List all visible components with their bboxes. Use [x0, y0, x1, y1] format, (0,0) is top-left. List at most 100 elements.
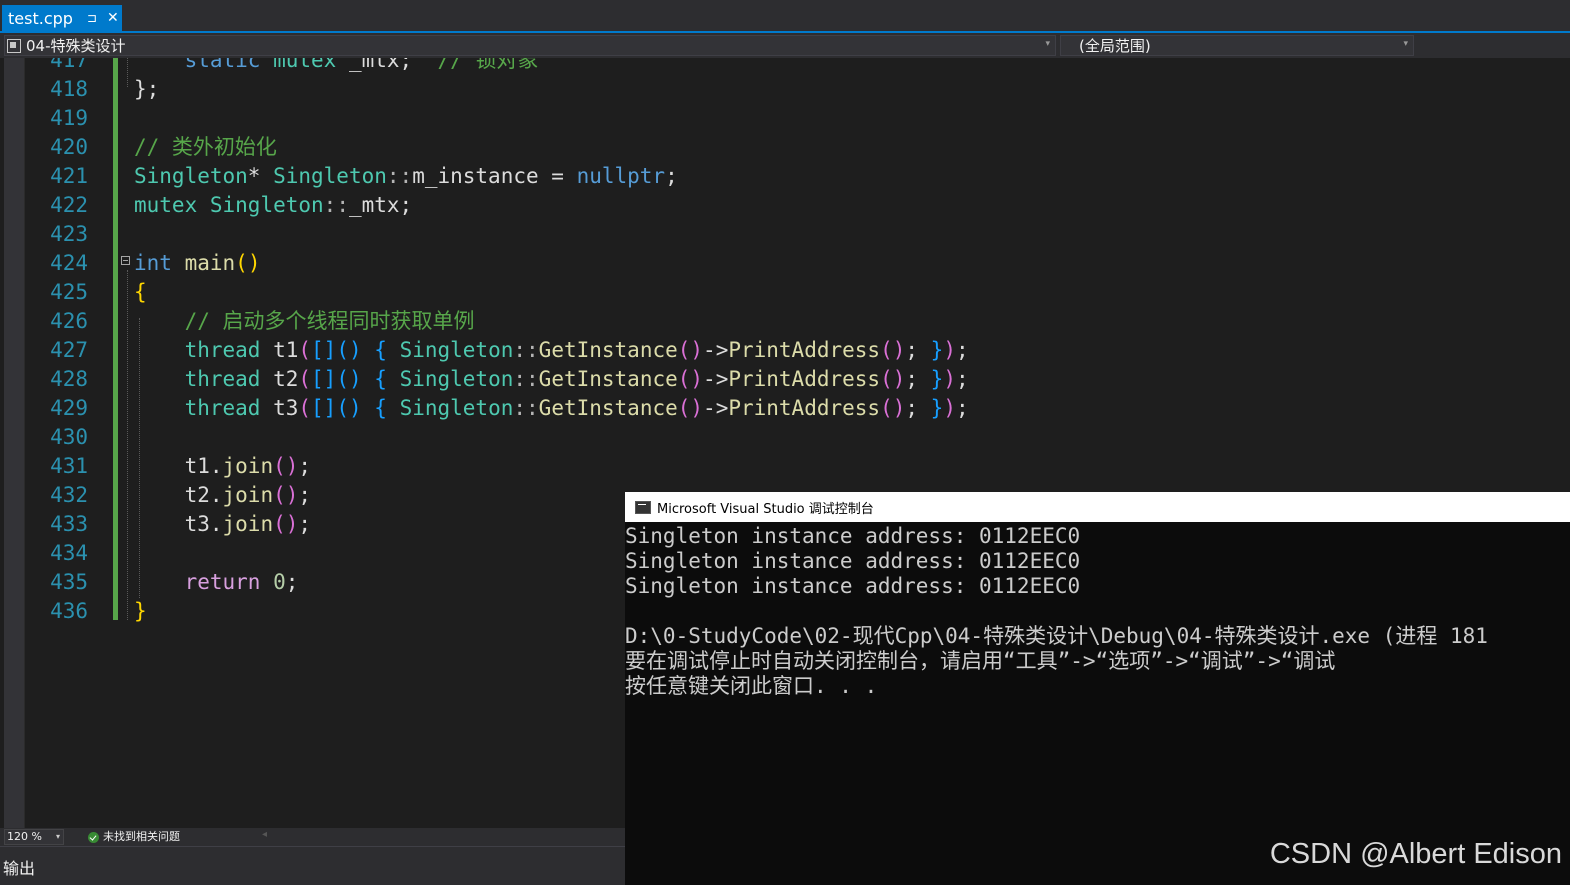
code-text[interactable]: return 0;: [134, 568, 299, 597]
code-line[interactable]: 430: [0, 423, 1570, 452]
line-number: 417: [50, 58, 88, 72]
code-token: ;: [298, 483, 312, 507]
code-token: (): [336, 396, 375, 420]
code-token: (): [677, 338, 704, 362]
code-line[interactable]: 423: [0, 220, 1570, 249]
code-token: thread: [184, 367, 261, 391]
code-token: ::: [386, 164, 413, 188]
code-token: mutex: [273, 58, 337, 72]
scope-name: (全局范围): [1079, 37, 1151, 55]
code-text[interactable]: thread t2([]() { Singleton::GetInstance(…: [134, 365, 969, 394]
code-token: *: [247, 164, 274, 188]
code-token: }: [930, 338, 944, 362]
code-token: (): [880, 396, 906, 420]
code-token: // 锁对象: [437, 58, 539, 72]
code-token: }: [134, 599, 147, 623]
code-line[interactable]: 418};: [0, 75, 1570, 104]
code-token: ;: [905, 367, 931, 391]
issues-indicator[interactable]: 未找到相关问题: [88, 829, 180, 845]
code-line[interactable]: 428 thread t2([]() { Singleton::GetInsta…: [0, 365, 1570, 394]
code-text[interactable]: t2.join();: [134, 481, 311, 510]
code-token: _mtx;: [336, 58, 438, 72]
code-text[interactable]: // 类外初始化: [134, 133, 277, 162]
code-token: ): [943, 396, 956, 420]
code-text[interactable]: static mutex _mtx; // 锁对象: [134, 58, 539, 75]
project-dropdown[interactable]: 04-特殊类设计 ▾: [4, 35, 1056, 56]
code-text[interactable]: t1.join();: [134, 452, 311, 481]
code-line[interactable]: 427 thread t1([]() { Singleton::GetInsta…: [0, 336, 1570, 365]
code-text[interactable]: };: [134, 75, 159, 104]
zoom-dropdown[interactable]: 120 % ▾: [4, 829, 64, 845]
line-number: 432: [50, 483, 88, 507]
code-token: (): [880, 367, 906, 391]
code-token: Singleton: [134, 164, 248, 188]
code-line[interactable]: 420 // 类外初始化: [0, 133, 1570, 162]
code-line[interactable]: 425 {: [0, 278, 1570, 307]
code-text[interactable]: {: [134, 278, 147, 307]
code-text[interactable]: }: [134, 597, 147, 626]
code-line[interactable]: 429 thread t3([]() { Singleton::GetInsta…: [0, 394, 1570, 423]
line-number: 419: [50, 106, 88, 130]
code-line[interactable]: 422 mutex Singleton::_mtx;: [0, 191, 1570, 220]
code-token: ;: [955, 367, 969, 391]
code-token: thread: [184, 396, 261, 420]
line-number: 418: [50, 77, 88, 101]
code-token: (): [273, 512, 299, 536]
console-output[interactable]: Singleton instance address: 0112EEC0 Sing…: [625, 522, 1570, 885]
pin-icon[interactable]: ⊐: [87, 11, 97, 25]
code-token: t1.: [134, 454, 223, 478]
code-line[interactable]: 421 Singleton* Singleton::m_instance = nu…: [0, 162, 1570, 191]
code-line[interactable]: 417 static mutex _mtx; // 锁对象: [0, 58, 1570, 75]
code-token: ;: [285, 570, 299, 594]
console-line: 要在调试停止时自动关闭控制台，请启用“工具”->“选项”->“调试”->“调试: [625, 649, 1336, 673]
code-token: t3.: [134, 512, 223, 536]
code-token: ;: [298, 512, 312, 536]
code-token: PrintAddress: [728, 367, 881, 391]
code-text[interactable]: thread t1([]() { Singleton::GetInstance(…: [134, 336, 969, 365]
line-number: 428: [50, 367, 88, 391]
code-text[interactable]: int main(): [134, 249, 260, 278]
scroll-left-icon[interactable]: ◂: [262, 829, 267, 840]
code-token: (): [677, 367, 704, 391]
watermark: CSDN @Albert Edison: [1269, 838, 1562, 870]
tab-test-cpp[interactable]: test.cpp ⊐ ✕: [2, 5, 122, 31]
project-icon: [7, 38, 21, 53]
code-token: ;: [955, 338, 969, 362]
output-panel-header: 输出: [0, 846, 625, 885]
line-number: 430: [50, 425, 88, 449]
code-text[interactable]: thread t3([]() { Singleton::GetInstance(…: [134, 394, 969, 423]
code-token: Singleton: [399, 338, 514, 362]
debug-console-window[interactable]: Microsoft Visual Studio 调试控制台 Singleton …: [625, 492, 1570, 885]
code-token: int: [134, 251, 172, 275]
code-token: ->: [703, 338, 729, 362]
code-text[interactable]: mutex Singleton::_mtx;: [134, 191, 412, 220]
code-token: (: [298, 396, 312, 420]
code-token: {: [374, 367, 387, 391]
code-token: join: [222, 483, 274, 507]
code-line[interactable]: 424 int main(): [0, 249, 1570, 278]
code-line[interactable]: 426 // 启动多个线程同时获取单例: [0, 307, 1570, 336]
code-text[interactable]: t3.join();: [134, 510, 311, 539]
code-token: thread: [184, 338, 261, 362]
line-number: 423: [50, 222, 88, 246]
code-line[interactable]: 419: [0, 104, 1570, 133]
code-token: t3: [260, 396, 299, 420]
console-title-bar[interactable]: Microsoft Visual Studio 调试控制台: [625, 492, 1570, 522]
scope-dropdown[interactable]: (全局范围) ▾: [1060, 35, 1414, 56]
close-icon[interactable]: ✕: [107, 10, 119, 26]
zoom-level: 120 %: [7, 830, 42, 843]
code-text[interactable]: Singleton* Singleton::m_instance = nullp…: [134, 162, 678, 191]
console-icon: [635, 500, 651, 514]
code-text[interactable]: // 启动多个线程同时获取单例: [134, 307, 475, 336]
document-tab-strip: test.cpp ⊐ ✕: [0, 0, 1570, 31]
code-token: ;: [665, 164, 678, 188]
output-tab[interactable]: 输出: [3, 855, 35, 879]
code-line[interactable]: 431 t1.join();: [0, 452, 1570, 481]
